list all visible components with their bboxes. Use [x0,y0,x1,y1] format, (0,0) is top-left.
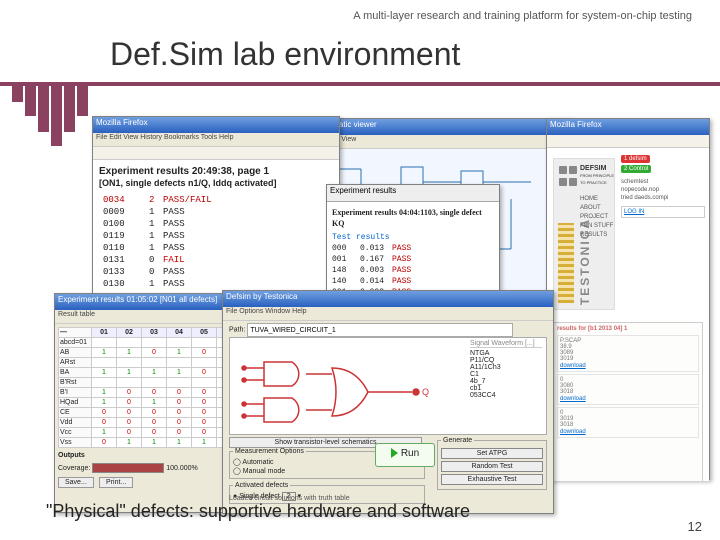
browser-toolbar[interactable] [547,135,709,148]
brand-stripe [558,223,574,303]
browser-toolbar[interactable] [93,147,339,160]
download-link[interactable]: download [560,396,586,402]
results-table: 00342PASS/FAIL 00091PASS 01001PASS 01191… [103,194,335,290]
path-input[interactable] [247,323,513,337]
col-header: Test results [332,232,494,243]
play-icon [391,448,398,458]
results-panel-title: results for [b1 2013 04] 1 [557,326,699,332]
titlebar[interactable]: Schematic viewer [311,119,571,135]
right-control-panel: 1 defsim 2 Control schemtest nopecode.no… [621,154,705,218]
menubar[interactable]: File Edit View [311,135,571,149]
coverage-label: Coverage: [58,465,90,472]
print-button[interactable]: Print... [99,477,133,488]
nav-home[interactable]: HOME [580,195,613,204]
badge-defsim[interactable]: 1 defsim [621,155,650,163]
window-truth-table[interactable]: Experiment results 01:05:02 [N01 all def… [54,293,246,513]
run-button[interactable]: Run [375,443,435,467]
coverage-bar [92,463,164,473]
result-item: P.SCAP 38.9 3089 3019 download [557,335,699,372]
svg-text:Q: Q [422,387,429,397]
panel-line: nopecode.nop [621,186,705,194]
nav-funstuff[interactable]: FUN STUFF [580,222,613,231]
title-rule [0,82,720,86]
logo [12,86,88,154]
window-results-page[interactable]: Mozilla Firefox File Edit View History B… [92,116,340,314]
menubar[interactable]: File Edit View History Bookmarks Tools H… [93,133,339,147]
download-link[interactable]: download [560,363,586,369]
tabbar[interactable]: Result table [55,310,245,324]
path-label: Path: [229,327,245,334]
results-heading: Experiment results 04:04:1103, single de… [332,207,494,229]
coverage-value: 100.000% [166,465,198,472]
titlebar[interactable]: Defsim by Testonica [223,291,553,307]
exhaustive-test-button[interactable]: Exhaustive Test [441,474,543,485]
titlebar[interactable]: Mozilla Firefox [547,119,709,135]
outputs-label: Outputs [58,452,242,459]
random-test-button[interactable]: Random Test [441,461,543,472]
brand-name: DEFSIM [580,165,606,172]
page-title: Def.Sim lab environment [110,36,460,73]
truth-table: —010203040506 abcd=01 AB110101 ARst BA11… [58,327,242,448]
titlebar[interactable]: Experiment results 01:05:02 [N01 all def… [55,294,245,310]
page-number: 12 [688,519,702,534]
badge-control[interactable]: 2 Control [621,165,651,173]
nav-project[interactable]: PROJECT [580,213,613,222]
nav-about[interactable]: ABOUT [580,204,613,213]
window-defsim[interactable]: Defsim by Testonica File Options Window … [222,290,554,514]
result-item: 0 3080 3018 download [557,374,699,405]
result-item: 0 3019 3018 download [557,407,699,438]
results-panel: results for [b1 2013 04] 1 P.SCAP 38.9 3… [553,322,703,481]
slide-footer-text: "Physical" defects: supportive hardware … [46,501,470,522]
gate-schematic-panel[interactable]: Q Signal Waveform [...] NTGAP11/CQ A11/1… [229,337,547,435]
panel-line: tried daeds.compi [621,194,705,202]
login-link[interactable]: LOG IN [621,206,705,218]
panel-line: schemtest [621,178,705,186]
nav-results[interactable]: RESULTS [580,231,613,240]
opt-manual[interactable]: ◯ Manual mode [233,467,421,475]
results-subheading: [ON1, single defects n1/Q, Iddq activate… [99,178,335,188]
defsim-logo-icon [558,165,578,181]
window-testonica[interactable]: Mozilla Firefox DEFSIMFROM PRINCIPLE TO … [546,118,710,480]
set-atpg-button[interactable]: Set ATPG [441,448,543,459]
nav-list[interactable]: HOME ABOUT PROJECT FUN STUFF RESULTS [580,195,613,240]
titlebar[interactable]: Mozilla Firefox [93,117,339,133]
project-line: A multi-layer research and training plat… [353,10,692,22]
results-heading: Experiment results 20:49:38, page 1 [99,166,335,177]
menubar[interactable]: File Options Window Help [223,307,553,321]
titlebar[interactable]: Experiment results [327,185,499,202]
sidebar-brand-panel: DEFSIMFROM PRINCIPLE TO PRACTICE TESTONI… [553,158,615,310]
generate-group: Generate Set ATPG Random Test Exhaustive… [437,437,547,490]
download-link[interactable]: download [560,429,586,435]
signal-info: Signal Waveform [...] NTGAP11/CQ A11/1Ch… [470,340,542,399]
gate-drawing: Q [236,344,456,436]
save-button[interactable]: Save... [58,477,94,488]
